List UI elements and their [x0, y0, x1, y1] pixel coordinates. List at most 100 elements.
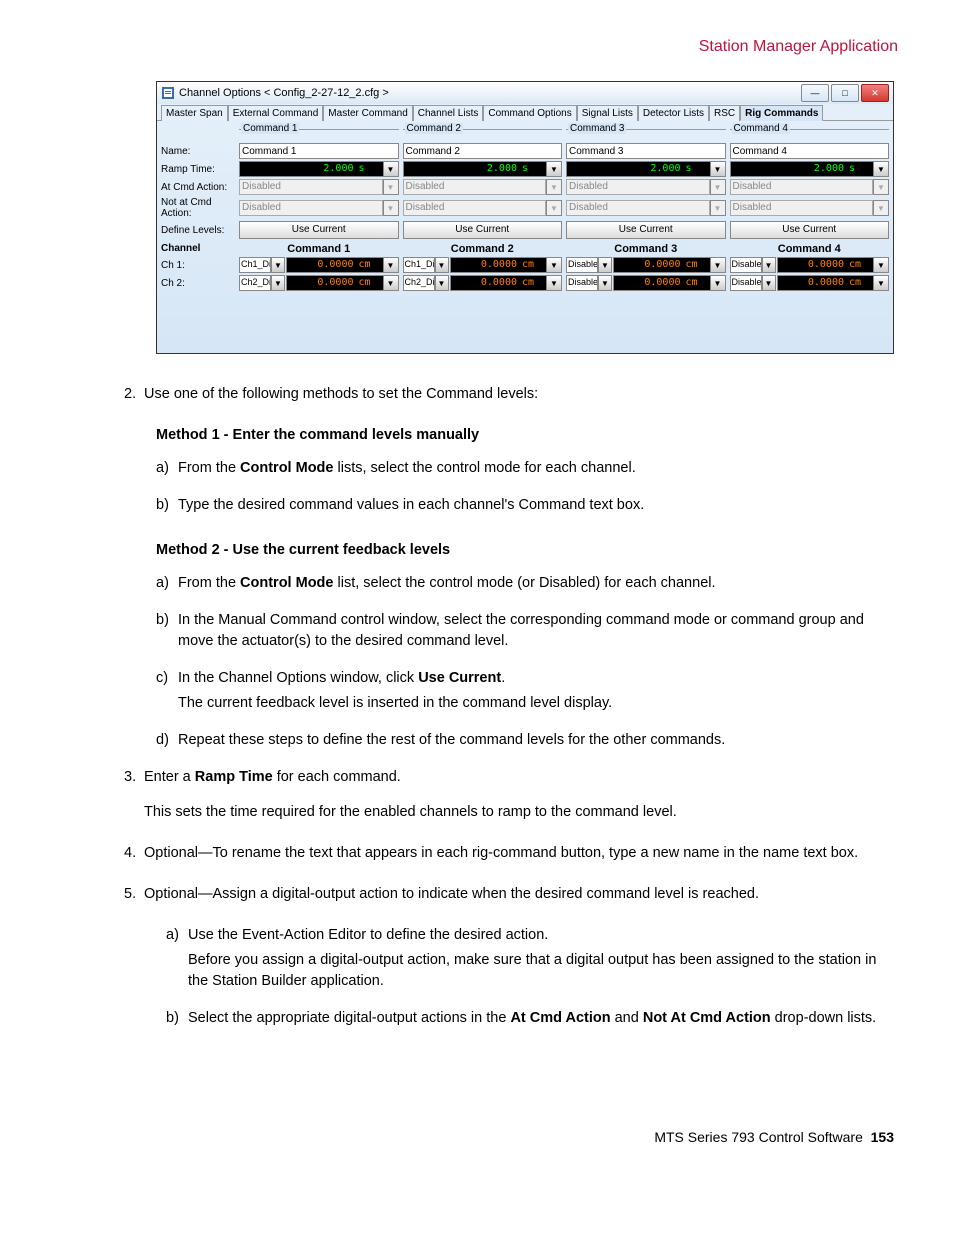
tab-signal-lists[interactable]: Signal Lists — [577, 105, 638, 121]
ch2-val-4[interactable]: 0.0000 — [777, 275, 848, 291]
tab-strip: Master Span External Command Master Comm… — [157, 104, 893, 121]
m2-letter-b: b) — [156, 610, 178, 652]
channel-options-window: Channel Options < Config_2-27-12_2.cfg >… — [156, 81, 894, 354]
ch1-unit-dd-2[interactable]: ▼ — [546, 257, 562, 273]
at-action-dd-1: ▼ — [383, 179, 399, 195]
m1-b-text: Type the desired command values in each … — [178, 495, 894, 516]
col-header-3: Command 3 — [564, 243, 728, 255]
ch1-val-2[interactable]: 0.0000 — [450, 257, 521, 273]
ch2-unit-3: cm — [684, 275, 710, 291]
ramp-unit-dd-4[interactable]: ▼ — [873, 161, 889, 177]
method-1-heading: Method 1 - Enter the command levels manu… — [156, 425, 894, 446]
tab-rig-commands[interactable]: Rig Commands — [740, 105, 823, 121]
ch2-mode-3[interactable]: Disabled — [566, 275, 598, 291]
ch1-unit-2: cm — [520, 257, 546, 273]
ch1-unit-dd-1[interactable]: ▼ — [383, 257, 399, 273]
minimize-button[interactable]: — — [801, 84, 829, 102]
ch2-val-3[interactable]: 0.0000 — [613, 275, 684, 291]
titlebar: Channel Options < Config_2-27-12_2.cfg >… — [157, 82, 893, 104]
ch1-mode-1[interactable]: Ch1_Dis — [239, 257, 271, 273]
ch1-mode-3[interactable]: Disabled — [566, 257, 598, 273]
notat-action-3: Disabled — [566, 200, 710, 216]
ch2-mode-dd-4[interactable]: ▼ — [762, 275, 776, 291]
app-icon — [161, 86, 175, 100]
at-action-3: Disabled — [566, 179, 710, 195]
notat-action-dd-2: ▼ — [546, 200, 562, 216]
s5-a-note: Before you assign a digital-output actio… — [188, 950, 894, 992]
tab-command-options[interactable]: Command Options — [483, 105, 576, 121]
tab-master-span[interactable]: Master Span — [161, 105, 228, 121]
name-input-4[interactable] — [730, 143, 890, 159]
notat-action-1: Disabled — [239, 200, 383, 216]
ramp-unit-dd-3[interactable]: ▼ — [710, 161, 726, 177]
use-current-3[interactable]: Use Current — [566, 221, 726, 239]
m1-a-text: From the Control Mode lists, select the … — [178, 458, 894, 479]
notat-action-dd-3: ▼ — [710, 200, 726, 216]
use-current-1[interactable]: Use Current — [239, 221, 399, 239]
maximize-button[interactable]: □ — [831, 84, 859, 102]
at-label: At Cmd Action: — [159, 182, 237, 193]
tab-master-command[interactable]: Master Command — [323, 105, 412, 121]
tab-rsc[interactable]: RSC — [709, 105, 740, 121]
close-button[interactable]: ✕ — [861, 84, 889, 102]
ch1-unit-dd-3[interactable]: ▼ — [710, 257, 726, 273]
ch1-val-1[interactable]: 0.0000 — [286, 257, 357, 273]
ch2-mode-1[interactable]: Ch2_Dis — [239, 275, 271, 291]
notat-action-dd-4: ▼ — [873, 200, 889, 216]
ramp-unit-dd-2[interactable]: ▼ — [546, 161, 562, 177]
at-action-2: Disabled — [403, 179, 547, 195]
ch2-mode-dd-2[interactable]: ▼ — [435, 275, 449, 291]
ramp-unit-dd-1[interactable]: ▼ — [383, 161, 399, 177]
use-current-4[interactable]: Use Current — [730, 221, 890, 239]
channel-header: Channel — [159, 243, 237, 255]
ramp-value-1[interactable]: 2.000 — [239, 161, 357, 177]
m2-letter-d: d) — [156, 730, 178, 751]
ch1-mode-dd-1[interactable]: ▼ — [271, 257, 285, 273]
ch2-val-1[interactable]: 0.0000 — [286, 275, 357, 291]
notat-action-4: Disabled — [730, 200, 874, 216]
ch1-mode-dd-2[interactable]: ▼ — [435, 257, 449, 273]
ramp-value-2[interactable]: 2.000 — [403, 161, 521, 177]
ch2-unit-dd-2[interactable]: ▼ — [546, 275, 562, 291]
ch2-mode-dd-3[interactable]: ▼ — [598, 275, 612, 291]
ch1-mode-dd-4[interactable]: ▼ — [762, 257, 776, 273]
window-title: Channel Options < Config_2-27-12_2.cfg > — [179, 87, 801, 99]
ch1-mode-2[interactable]: Ch1_Dis — [403, 257, 435, 273]
ch1-unit-dd-4[interactable]: ▼ — [873, 257, 889, 273]
ch2-unit-dd-4[interactable]: ▼ — [873, 275, 889, 291]
col-header-1: Command 1 — [237, 243, 401, 255]
s5-letter-a: a) — [166, 925, 188, 946]
ramp-value-3[interactable]: 2.000 — [566, 161, 684, 177]
ch1-val-4[interactable]: 0.0000 — [777, 257, 848, 273]
name-input-3[interactable] — [566, 143, 726, 159]
ramp-unit-2: s — [520, 161, 546, 177]
m2-d-text: Repeat these steps to define the rest of… — [178, 730, 894, 751]
step-3-note: This sets the time required for the enab… — [144, 802, 894, 823]
tab-channel-lists[interactable]: Channel Lists — [413, 105, 484, 121]
ch2-mode-dd-1[interactable]: ▼ — [271, 275, 285, 291]
notat-label: Not at Cmd Action: — [159, 197, 237, 219]
name-input-2[interactable] — [403, 143, 563, 159]
use-current-2[interactable]: Use Current — [403, 221, 563, 239]
ch2-mode-4[interactable]: Disabled — [730, 275, 762, 291]
step-number-4: 4. — [124, 843, 144, 864]
ch2-unit-dd-1[interactable]: ▼ — [383, 275, 399, 291]
ramp-value-4[interactable]: 2.000 — [730, 161, 848, 177]
ch1-mode-4[interactable]: Disabled — [730, 257, 762, 273]
page-footer: MTS Series 793 Control Software 153 — [60, 1129, 894, 1145]
tab-external-command[interactable]: External Command — [228, 105, 324, 121]
ramp-unit-4: s — [847, 161, 873, 177]
ch2-unit-dd-3[interactable]: ▼ — [710, 275, 726, 291]
tab-detector-lists[interactable]: Detector Lists — [638, 105, 709, 121]
ch2-val-2[interactable]: 0.0000 — [450, 275, 521, 291]
step-3-text: Enter a Ramp Time for each command. — [144, 767, 894, 788]
m1-letter-b: b) — [156, 495, 178, 516]
name-input-1[interactable] — [239, 143, 399, 159]
at-action-dd-3: ▼ — [710, 179, 726, 195]
page-header: Station Manager Application — [60, 38, 898, 56]
ch1-val-3[interactable]: 0.0000 — [613, 257, 684, 273]
ch1-mode-dd-3[interactable]: ▼ — [598, 257, 612, 273]
m2-c-note: The current feedback level is inserted i… — [178, 693, 894, 714]
ch2-mode-2[interactable]: Ch2_Dis — [403, 275, 435, 291]
at-action-1: Disabled — [239, 179, 383, 195]
